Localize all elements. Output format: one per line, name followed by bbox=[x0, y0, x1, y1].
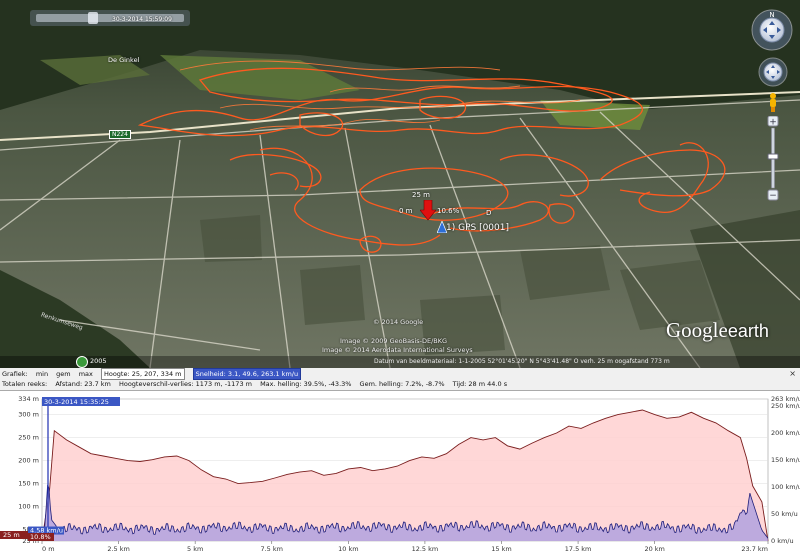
street-view-pegman-icon[interactable] bbox=[766, 92, 780, 112]
x-tick-label: 20 km bbox=[644, 545, 664, 553]
imagery-year: 2005 bbox=[90, 357, 107, 365]
y-left-tick-label: 300 m bbox=[18, 411, 39, 419]
x-tick-label: 7.5 km bbox=[260, 545, 283, 553]
y-left-tick-label: 200 m bbox=[18, 457, 39, 465]
y-left-tick-label: 250 m bbox=[18, 434, 39, 442]
place-label: De Ginkel bbox=[108, 56, 140, 64]
street-view-icon[interactable] bbox=[76, 356, 88, 368]
y-left-tick-label: 150 m bbox=[18, 480, 39, 488]
x-tick-label: 5 km bbox=[187, 545, 203, 553]
x-tick-label: 10 km bbox=[338, 545, 358, 553]
earth-map-view[interactable]: 30-3-2014 15:59:09 De Ginkel N224 Renkum… bbox=[0, 0, 800, 368]
timestamp-label: 30-3-2014 15:59:09 bbox=[112, 16, 172, 23]
profile-stats-bar: Grafiek: min gem max Hoogte: 25, 207, 33… bbox=[0, 368, 800, 391]
y-right-tick-label: 0 km/u bbox=[771, 537, 794, 545]
x-tick-label: 23.7 km bbox=[741, 545, 768, 553]
svg-text:+: + bbox=[769, 118, 777, 128]
svg-text:−: − bbox=[769, 191, 777, 201]
copyright-aerodata: Image © 2014 Aerodata International Surv… bbox=[322, 346, 473, 354]
x-tick-label: 2.5 km bbox=[107, 545, 130, 553]
marker-letter: D bbox=[486, 209, 492, 217]
x-tick-label: 17.5 km bbox=[565, 545, 592, 553]
elevation-speed-chart[interactable]: 334 m300 m250 m200 m150 m100 m50 m25 m26… bbox=[0, 391, 800, 553]
look-joystick[interactable]: N bbox=[750, 8, 794, 52]
stats-row-chart: Grafiek: min gem max Hoogte: 25, 207, 33… bbox=[2, 368, 307, 380]
copyright-geobasis: Image © 2009 GeoBasis-DE/BKG bbox=[340, 337, 448, 345]
cursor-elev-label: 25 m bbox=[3, 531, 20, 539]
close-profile-button[interactable]: × bbox=[789, 369, 796, 378]
x-tick-label: 0 m bbox=[42, 545, 55, 553]
x-tick-label: 12.5 km bbox=[412, 545, 439, 553]
y-right-tick-label: 100 km/u bbox=[771, 483, 800, 491]
google-earth-logo: Googleearth bbox=[666, 318, 769, 342]
marker-right-label: 10.6% bbox=[437, 207, 460, 215]
marker-left-label: 0 m bbox=[399, 207, 413, 215]
cursor-time-label: 30-3-2014 15:35:25 bbox=[44, 398, 109, 406]
elevation-profile-panel: Grafiek: min gem max Hoogte: 25, 207, 33… bbox=[0, 368, 800, 553]
marker-name-label: 1) GPS [0001] bbox=[446, 223, 509, 233]
zoom-slider[interactable]: + − bbox=[766, 116, 780, 202]
y-left-tick-label: 100 m bbox=[18, 503, 39, 511]
y-right-tick-label: 150 km/u bbox=[771, 456, 800, 464]
y-right-tick-label: 250 km/u bbox=[771, 402, 800, 410]
y-right-tick-label: 200 km/u bbox=[771, 429, 800, 437]
cursor-slope-label: 10.8% bbox=[30, 533, 51, 541]
y-left-tick-label: 334 m bbox=[18, 395, 39, 403]
road-shield: N224 bbox=[109, 130, 131, 139]
y-right-tick-label: 50 km/u bbox=[771, 510, 798, 518]
svg-text:N: N bbox=[769, 11, 774, 19]
status-bar: Datum van beeldmateriaal: 1-1-2005 52°01… bbox=[374, 358, 670, 365]
marker-elevation-label: 25 m bbox=[412, 191, 430, 199]
copyright-google: © 2014 Google bbox=[373, 318, 424, 326]
move-joystick[interactable] bbox=[757, 56, 789, 88]
stats-row-totals: Totalen reeks: Afstand: 23.7 km Hoogteve… bbox=[2, 380, 508, 388]
x-tick-label: 15 km bbox=[491, 545, 511, 553]
position-marker-icon[interactable] bbox=[420, 200, 438, 222]
